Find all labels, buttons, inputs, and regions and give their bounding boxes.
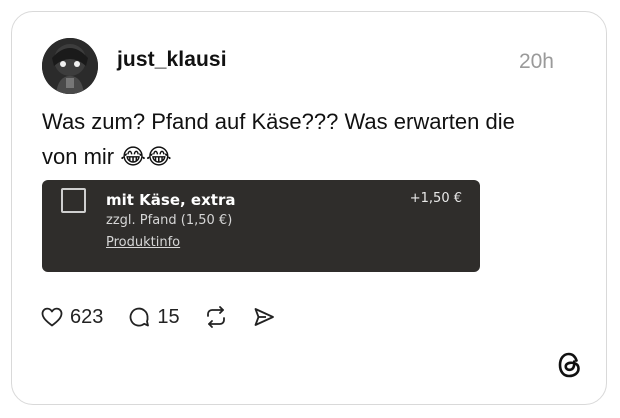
username[interactable]: just_klausi (117, 48, 227, 72)
like-button[interactable]: 623 (40, 305, 103, 329)
product-name: mit Käse, extra (106, 191, 236, 209)
reply-count: 15 (157, 305, 180, 328)
reply-icon (127, 305, 151, 329)
reply-button[interactable]: 15 (127, 305, 180, 329)
threads-logo-icon[interactable] (557, 351, 583, 379)
product-info-link: Produktinfo (106, 235, 181, 250)
repost-icon (204, 305, 228, 329)
heart-icon (40, 305, 64, 329)
like-count: 623 (70, 305, 104, 328)
product-deposit: zzgl. Pfand (1,50 €) (106, 213, 233, 228)
repost-button[interactable] (204, 305, 228, 329)
product-checkbox (61, 188, 86, 213)
action-bar: 623 15 (40, 303, 300, 331)
product-price: +1,50 € (409, 191, 462, 206)
post-timestamp: 20h (518, 50, 554, 73)
share-icon (252, 305, 276, 329)
share-button[interactable] (252, 305, 276, 329)
product-card-image: mit Käse, extra zzgl. Pfand (1,50 €) Pro… (42, 180, 480, 272)
post-text: Was zum? Pfand auf Käse??? Was erwarten … (42, 109, 515, 169)
avatar[interactable] (42, 38, 98, 94)
